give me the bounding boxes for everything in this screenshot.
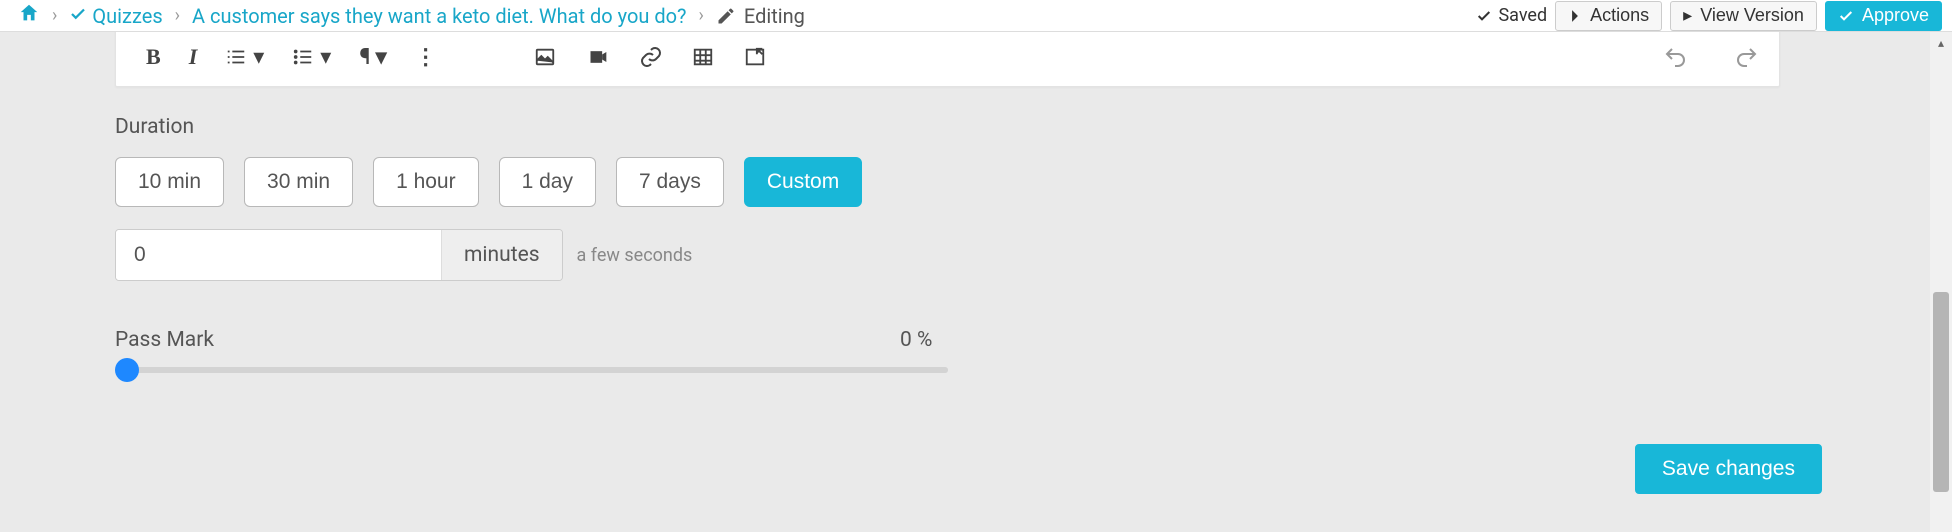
embed-icon[interactable] bbox=[743, 46, 767, 68]
approve-label: Approve bbox=[1862, 5, 1929, 26]
breadcrumb-quizzes[interactable]: Quizzes bbox=[69, 4, 162, 28]
breadcrumb-quiz-title[interactable]: A customer says they want a keto diet. W… bbox=[192, 4, 686, 28]
duration-option-10min[interactable]: 10 min bbox=[115, 157, 224, 207]
breadcrumb-sep: › bbox=[52, 5, 57, 26]
home-icon[interactable] bbox=[18, 2, 40, 29]
breadcrumb-editing: Editing bbox=[716, 4, 805, 28]
link-icon[interactable] bbox=[639, 45, 663, 69]
breadcrumb-sep: › bbox=[699, 5, 704, 26]
breadcrumb: › Quizzes › A customer says they want a … bbox=[18, 2, 805, 29]
redo-icon[interactable] bbox=[1735, 45, 1759, 69]
vertical-scrollbar[interactable]: ▴ bbox=[1930, 32, 1952, 532]
duration-option-30min[interactable]: 30 min bbox=[244, 157, 353, 207]
breadcrumb-sep: › bbox=[175, 5, 180, 26]
passmark-value: 0 % bbox=[900, 328, 932, 352]
view-version-label: View Version bbox=[1700, 5, 1804, 26]
more-icon[interactable]: ⋮ bbox=[415, 45, 437, 70]
undo-icon[interactable] bbox=[1663, 45, 1687, 69]
video-icon[interactable] bbox=[585, 47, 611, 67]
passmark-slider[interactable] bbox=[115, 367, 948, 373]
ordered-list-icon[interactable]: ▾ bbox=[225, 45, 264, 70]
duration-label: Duration bbox=[115, 115, 194, 139]
rich-text-editor: B I ▾ ▾ ¶ ▾ ⋮ bbox=[115, 32, 1780, 87]
play-icon: ▸ bbox=[1683, 5, 1692, 26]
actions-button[interactable]: Actions bbox=[1555, 1, 1662, 31]
bold-icon[interactable]: B bbox=[146, 44, 161, 70]
duration-option-1day[interactable]: 1 day bbox=[499, 157, 596, 207]
duration-unit: minutes bbox=[441, 230, 562, 280]
italic-icon[interactable]: I bbox=[189, 44, 198, 70]
actions-button-label: Actions bbox=[1590, 5, 1649, 26]
image-icon[interactable] bbox=[533, 46, 557, 68]
scroll-thumb[interactable] bbox=[1933, 292, 1949, 492]
paragraph-icon[interactable]: ¶ ▾ bbox=[359, 45, 386, 70]
duration-options: 10 min 30 min 1 hour 1 day 7 days Custom bbox=[115, 157, 862, 207]
duration-value-input[interactable] bbox=[116, 230, 441, 280]
scroll-up-icon[interactable]: ▴ bbox=[1930, 32, 1952, 54]
save-changes-button[interactable]: Save changes bbox=[1635, 444, 1822, 494]
duration-option-7days[interactable]: 7 days bbox=[616, 157, 724, 207]
duration-option-1hour[interactable]: 1 hour bbox=[373, 157, 479, 207]
passmark-label: Pass Mark bbox=[115, 328, 214, 352]
table-icon[interactable] bbox=[691, 46, 715, 68]
approve-button[interactable]: Approve bbox=[1825, 1, 1942, 31]
saved-status: Saved bbox=[1476, 5, 1547, 26]
duration-option-custom[interactable]: Custom bbox=[744, 157, 862, 207]
duration-hint: a few seconds bbox=[577, 245, 693, 266]
unordered-list-icon[interactable]: ▾ bbox=[292, 45, 331, 70]
view-version-button[interactable]: ▸ View Version bbox=[1670, 1, 1817, 31]
